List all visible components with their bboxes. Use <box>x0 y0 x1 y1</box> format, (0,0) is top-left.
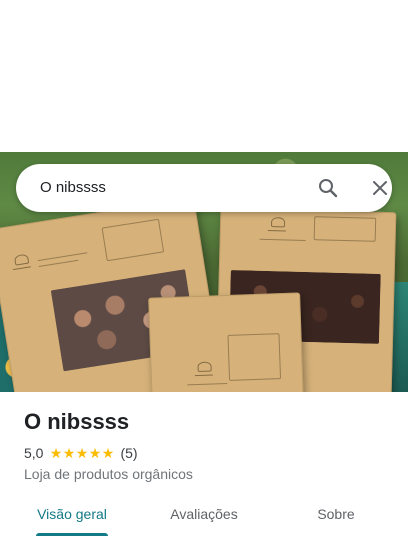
bag-text-line <box>187 382 228 386</box>
star-icon: ★ <box>62 445 76 461</box>
top-blank-area <box>0 0 408 152</box>
close-icon[interactable] <box>368 176 392 200</box>
bag-label <box>227 333 282 381</box>
tab-overview[interactable]: Visão geral <box>24 496 120 532</box>
star-icon: ★ <box>88 445 102 461</box>
rating-row[interactable]: 5,0 ★ ★ ★ ★ ★ (5) <box>24 444 138 462</box>
bag-logo <box>10 253 31 271</box>
bag-logo <box>194 361 213 377</box>
star-icon: ★ <box>101 445 115 461</box>
bag-text-line <box>38 259 79 268</box>
star-icon: ★ <box>75 445 89 461</box>
active-tab-indicator <box>36 533 108 536</box>
tab-reviews[interactable]: Avaliações <box>156 496 252 532</box>
bag-text-line <box>259 238 306 241</box>
search-icon[interactable] <box>316 176 340 200</box>
place-title: O nibssss <box>24 409 130 434</box>
rating-value: 5,0 <box>24 445 44 461</box>
star-icon: ★ <box>49 445 63 461</box>
bag-label <box>313 216 377 242</box>
bag-text-line <box>37 252 88 262</box>
search-bar[interactable]: O nibssss <box>16 164 392 212</box>
review-count[interactable]: (5) <box>120 445 137 461</box>
tab-bar: Visão geral Avaliações Sobre <box>0 496 408 544</box>
star-rating: ★ ★ ★ ★ ★ <box>49 445 115 461</box>
product-bag-front <box>148 292 304 392</box>
place-category[interactable]: Loja de produtos orgânicos <box>24 465 193 483</box>
tab-about[interactable]: Sobre <box>300 496 372 532</box>
bag-logo <box>267 216 287 232</box>
bag-label <box>101 218 165 262</box>
search-input[interactable]: O nibssss <box>40 164 106 212</box>
